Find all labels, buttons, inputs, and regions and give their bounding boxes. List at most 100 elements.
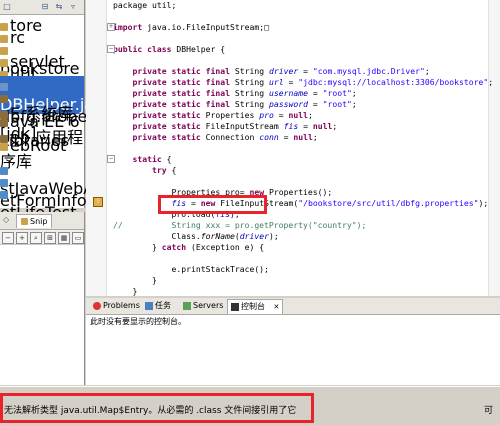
code-token: String [229, 99, 269, 109]
tab-console-label: 控制台 [241, 302, 265, 311]
code-token: username [268, 88, 308, 98]
collapse-all-icon[interactable]: ⊟ [40, 2, 50, 12]
code-line: static { [113, 154, 171, 165]
tab-servers-label: Servers [193, 301, 224, 310]
warning-marker-icon[interactable]: ! [93, 197, 103, 207]
code-token: try [113, 165, 167, 175]
code-line: private static final String driver = "co… [113, 66, 429, 77]
code-line: private static final String password = "… [113, 99, 356, 110]
zoom-out-icon[interactable]: − [2, 232, 14, 244]
fold-icon[interactable]: − [107, 45, 115, 53]
close-icon[interactable]: ✕ [274, 303, 280, 311]
tasks-icon [145, 301, 153, 310]
code-token: (Exception e) { [186, 242, 265, 252]
code-token: fis [283, 121, 299, 131]
code-token: package util; [113, 0, 177, 10]
tab-console[interactable]: 控制台 ✕ [227, 299, 284, 314]
fold-icon[interactable]: − [107, 155, 115, 163]
console-tab-bar: Problems 任务 Servers 控制台 ✕ [86, 298, 500, 315]
code-token: ); [268, 231, 279, 241]
code-token: pro [259, 110, 274, 120]
code-line: private static FileInputStream fis = nul… [113, 121, 337, 132]
link-editor-icon[interactable]: ⇆ [54, 2, 64, 12]
code-token: static [171, 66, 201, 76]
code-line: try { [113, 165, 176, 176]
code-token: = [273, 110, 289, 120]
status-right: 可 [484, 406, 494, 416]
code-token: "root" [322, 99, 352, 109]
code-token: "root" [322, 88, 352, 98]
code-token: private [113, 66, 167, 76]
code-line: private static final String url = "jdbc:… [113, 77, 493, 88]
code-token: "com.mysql.jdbc.Driver" [312, 66, 425, 76]
code-token: static [113, 154, 162, 164]
tab-snippets[interactable]: Snip [16, 214, 53, 228]
tab-problems-label: Problems [103, 301, 140, 310]
code-line: import java.io.FileInputStream;□ [113, 22, 269, 33]
code-token: private [113, 132, 167, 142]
code-token: import [113, 22, 143, 32]
project-icon [0, 190, 8, 199]
code-token: } [113, 286, 138, 296]
code-line: // String xxx = pro.getProperty("country… [113, 220, 366, 231]
code-token: public [113, 44, 143, 54]
code-token: static [171, 77, 201, 87]
code-token: String [229, 66, 269, 76]
problems-icon [93, 301, 101, 310]
code-token: conn [259, 132, 279, 142]
tab-tasks[interactable]: 任务 [142, 299, 174, 313]
tab-problems[interactable]: Problems [90, 299, 143, 313]
code-token: String [229, 88, 269, 98]
snippets-icon [21, 218, 28, 225]
code-token: String [229, 77, 269, 87]
code-token: Properties(); [264, 187, 333, 197]
code-token: private [113, 77, 167, 87]
view-menu-icon[interactable]: ▿ [68, 2, 78, 12]
code-token: Properties [200, 110, 260, 120]
code-token: static [171, 110, 201, 120]
code-token: private [113, 88, 167, 98]
code-token: private [113, 110, 167, 120]
highlight-box [158, 195, 267, 214]
code-token: ; [312, 132, 318, 142]
code-token: "/bookstore/src/util/dbfg.properties" [298, 198, 479, 208]
code-token: Connection [200, 132, 260, 142]
code-token: e.printStackTrace(); [113, 264, 269, 274]
zoom-in-icon[interactable]: + [16, 232, 28, 244]
code-token: ; [351, 88, 357, 98]
layout-icon[interactable]: ▭ [72, 232, 84, 244]
fit-window-icon[interactable]: ⊞ [44, 232, 56, 244]
snippets-toolbar: − + ⌕ ⊞ ▦ ▭ [0, 230, 84, 245]
search-icon[interactable]: ⌕ [30, 232, 42, 244]
code-token: □ [264, 22, 269, 32]
code-token: class [147, 44, 172, 54]
fold-icon[interactable]: + [107, 23, 115, 31]
code-token: } [113, 242, 162, 252]
code-token: ; [332, 121, 338, 131]
tree-item[interactable]: ebRoot [0, 136, 84, 155]
code-token: // String xxx = pro.getProperty("country… [113, 220, 367, 230]
outline-tab-icon[interactable]: ◇ [3, 215, 9, 224]
code-token: = [278, 132, 294, 142]
code-line: e.printStackTrace(); [113, 264, 269, 275]
code-token: static [171, 132, 201, 142]
code-token: = [298, 66, 313, 76]
code-line: Class.forName(driver); [113, 231, 279, 242]
code-token: url [268, 77, 284, 87]
code-token: "jdbc:mysql://localhost:3306/bookstore" [298, 77, 489, 87]
tab-servers[interactable]: Servers [180, 299, 226, 313]
console-icon [231, 302, 239, 311]
code-token: private [113, 121, 167, 131]
tab-tasks-label: 任务 [155, 301, 171, 310]
folder-icon [0, 142, 8, 151]
minimize-icon[interactable]: □ [2, 2, 12, 12]
code-token: driver [268, 66, 299, 76]
grid-icon[interactable]: ▦ [58, 232, 70, 244]
code-token: FileInputStream [200, 121, 284, 131]
code-line: private static Properties pro = null; [113, 110, 312, 121]
console-message: 此时没有要显示的控制台。 [90, 317, 186, 326]
code-line: public class DBHelper { [113, 44, 225, 55]
code-token: Class. [113, 231, 201, 241]
code-token: { [161, 154, 172, 164]
code-token: static [171, 121, 201, 131]
